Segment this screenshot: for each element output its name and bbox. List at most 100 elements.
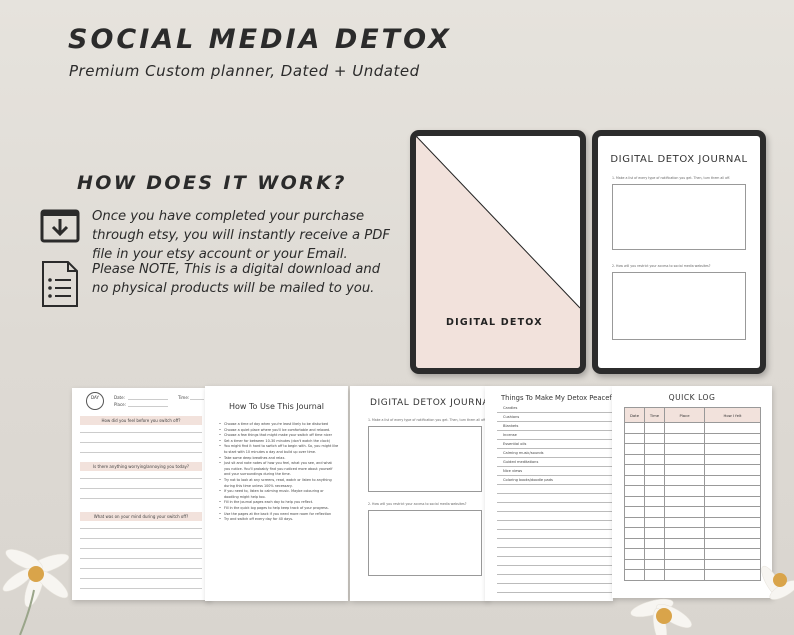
quick-log-table: Date Time Place How I felt (624, 407, 761, 581)
table-cell[interactable] (644, 432, 665, 444)
table-cell[interactable] (624, 537, 645, 549)
table-cell[interactable] (624, 422, 645, 434)
journal-screen: DIGITAL DETOX JOURNAL 1. Make a list of … (598, 136, 760, 368)
writing-line (80, 538, 202, 539)
table-cell[interactable] (644, 464, 665, 476)
table-cell[interactable] (664, 464, 705, 476)
table-cell[interactable] (704, 495, 761, 507)
list-item (497, 503, 613, 512)
table-cell[interactable] (704, 422, 761, 434)
col-how-i-felt: How I felt (704, 407, 761, 423)
table-cell[interactable] (704, 453, 761, 465)
table-cell[interactable] (644, 516, 665, 528)
table-cell[interactable] (704, 443, 761, 455)
table-cell[interactable] (644, 474, 665, 486)
table-cell[interactable] (624, 516, 645, 528)
list-item (497, 584, 613, 593)
list-item (497, 548, 613, 557)
table-cell[interactable] (704, 464, 761, 476)
table-cell[interactable] (644, 485, 665, 497)
table-cell[interactable] (704, 485, 761, 497)
journal-answer-box-1[interactable] (612, 184, 746, 250)
date-line (128, 399, 168, 400)
table-cell[interactable] (624, 506, 645, 518)
tablet-cover: DIGITAL DETOX (410, 130, 586, 374)
writing-line (80, 488, 202, 489)
table-cell[interactable] (704, 432, 761, 444)
table-cell[interactable] (664, 432, 705, 444)
list-item (497, 485, 613, 494)
things-title: Things To Make My Detox Peaceful (501, 394, 613, 402)
table-cell[interactable] (664, 527, 705, 539)
how-to-list: Choose a time of day when you're least l… (219, 422, 339, 523)
list-item (497, 539, 613, 548)
table-cell[interactable] (624, 527, 645, 539)
step-note-text: Please NOTE, This is a digital download … (92, 262, 381, 296)
table-cell[interactable] (704, 527, 761, 539)
table-cell[interactable] (644, 527, 665, 539)
table-cell[interactable] (624, 432, 645, 444)
table-cell[interactable] (704, 516, 761, 528)
writing-line (80, 558, 202, 559)
table-cell[interactable] (644, 443, 665, 455)
table-cell[interactable] (644, 453, 665, 465)
list-item (497, 521, 613, 530)
journal-page-question-1: 1. Make a list of every type of notifica… (368, 418, 487, 422)
list-item: Nice views (497, 467, 613, 476)
tablet-journal: DIGITAL DETOX JOURNAL 1. Make a list of … (592, 130, 766, 374)
list-item: If you need to, listen to calming music.… (219, 489, 339, 500)
question-2: Is there anything worrying/annoying you … (80, 462, 202, 471)
daisy-right-decoration (630, 565, 794, 635)
table-cell[interactable] (644, 537, 665, 549)
table-cell[interactable] (704, 506, 761, 518)
daisy-left-decoration (2, 549, 70, 635)
table-cell[interactable] (624, 453, 645, 465)
cover-title: DIGITAL DETOX (446, 317, 543, 328)
list-item: Try and switch off every day for 40 days… (219, 517, 339, 523)
table-cell[interactable] (664, 453, 705, 465)
table-cell[interactable] (664, 548, 705, 560)
journal-answer-box-2[interactable] (612, 272, 746, 340)
how-it-works-heading: HOW DOES IT WORK? (77, 172, 347, 194)
table-cell[interactable] (624, 443, 645, 455)
table-cell[interactable] (664, 422, 705, 434)
table-cell[interactable] (664, 443, 705, 455)
table-row (624, 537, 761, 549)
table-cell[interactable] (664, 516, 705, 528)
journal-question-1: 1. Make a list of every type of notifica… (612, 176, 731, 180)
time-line (190, 399, 204, 400)
journal-page-box-1[interactable] (368, 426, 482, 492)
table-cell[interactable] (644, 506, 665, 518)
table-cell[interactable] (704, 548, 761, 560)
table-cell[interactable] (664, 485, 705, 497)
list-item: Incense (497, 431, 613, 440)
question-1: How did you feel before you switch off? (80, 416, 202, 425)
table-cell[interactable] (644, 495, 665, 507)
table-cell[interactable] (664, 537, 705, 549)
list-item (497, 566, 613, 575)
table-cell[interactable] (664, 474, 705, 486)
quick-log-title: QUICK LOG (668, 393, 716, 402)
table-cell[interactable] (664, 495, 705, 507)
table-cell[interactable] (624, 485, 645, 497)
table-cell[interactable] (624, 548, 645, 560)
document-list-icon (40, 260, 80, 307)
col-place: Place (664, 407, 705, 423)
table-cell[interactable] (644, 422, 665, 434)
table-cell[interactable] (704, 537, 761, 549)
table-cell[interactable] (644, 548, 665, 560)
table-cell[interactable] (704, 474, 761, 486)
journal-question-2: 2. How will you restrict your access to … (612, 264, 711, 268)
step-download: Once you have completed your purchase th… (40, 207, 392, 264)
list-item (497, 530, 613, 539)
table-row (624, 422, 761, 434)
writing-line (80, 568, 202, 569)
table-cell[interactable] (624, 495, 645, 507)
table-cell[interactable] (624, 474, 645, 486)
table-cell[interactable] (664, 506, 705, 518)
journal-page-box-2[interactable] (368, 510, 482, 576)
date-label: Date: (114, 395, 125, 400)
table-cell[interactable] (624, 464, 645, 476)
step-download-text: Once you have completed your purchase th… (92, 209, 390, 262)
things-page: Things To Make My Detox Peaceful Candles… (485, 386, 613, 601)
